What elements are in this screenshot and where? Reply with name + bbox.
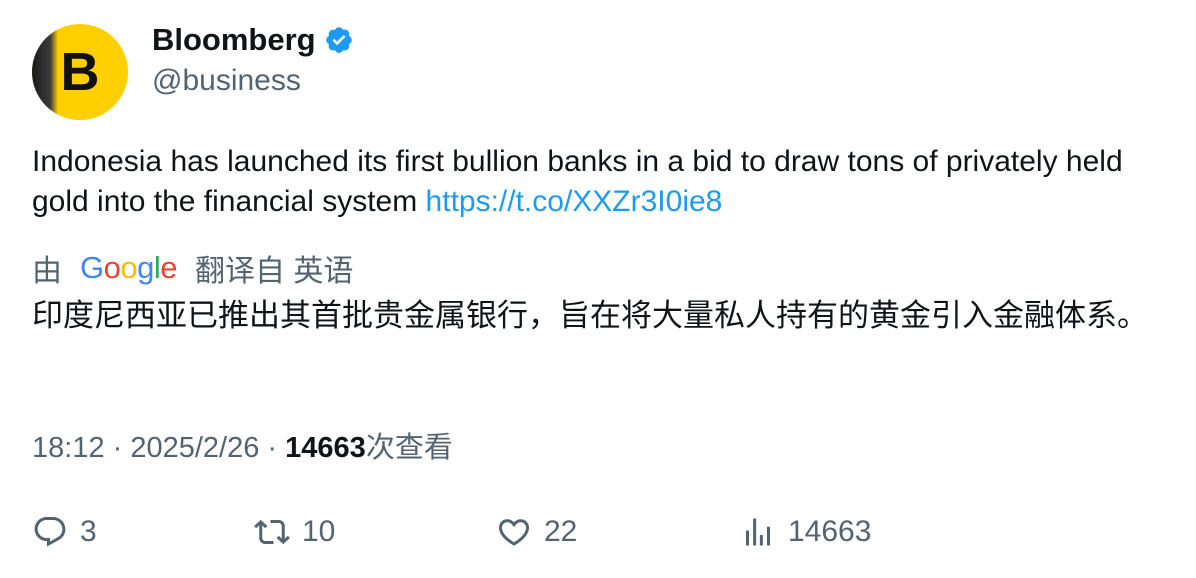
translation-attribution[interactable]: 由 Google 翻译自 英语 bbox=[32, 248, 353, 288]
action-bar: 3 10 22 14663 bbox=[0, 508, 1196, 556]
meta-separator: · bbox=[104, 432, 131, 464]
reply-count: 3 bbox=[80, 515, 97, 548]
google-logo: Google bbox=[80, 250, 178, 285]
translation-prefix: 由 bbox=[32, 255, 62, 288]
author-name-row[interactable]: Bloomberg bbox=[152, 22, 354, 58]
tweet-link[interactable]: https://t.co/XXZr3I0ie8 bbox=[426, 185, 723, 218]
retweet-count: 10 bbox=[302, 515, 336, 548]
tweet-meta: 18:12 · 2025/2/26 · 14663次查看 bbox=[32, 424, 453, 466]
reply-icon bbox=[34, 517, 66, 547]
retweet-button[interactable]: 10 bbox=[254, 508, 335, 556]
tweet-text: Indonesia has launched its first bullion… bbox=[32, 142, 1162, 222]
author-avatar[interactable]: B bbox=[32, 24, 128, 120]
avatar-letter: B bbox=[60, 42, 100, 102]
like-count: 22 bbox=[544, 515, 578, 548]
retweet-icon bbox=[254, 519, 290, 545]
tweet-time[interactable]: 18:12 bbox=[32, 432, 105, 464]
bar-chart-icon bbox=[746, 518, 770, 546]
reply-button[interactable]: 3 bbox=[32, 508, 97, 556]
tweet-date[interactable]: 2025/2/26 bbox=[130, 432, 259, 464]
views-button[interactable]: 14663 bbox=[740, 508, 871, 556]
views-count: 14663 bbox=[285, 432, 366, 464]
views-label: 次查看 bbox=[365, 432, 453, 464]
views-action-count: 14663 bbox=[788, 515, 872, 548]
translation-suffix: 翻译自 英语 bbox=[195, 255, 354, 288]
like-button[interactable]: 22 bbox=[496, 508, 577, 556]
author-handle[interactable]: @business bbox=[152, 64, 301, 98]
verified-badge-icon bbox=[325, 27, 352, 53]
heart-icon bbox=[498, 519, 530, 546]
author-name[interactable]: Bloomberg bbox=[152, 22, 316, 58]
translated-text: 印度尼西亚已推出其首批贵金属银行，旨在将大量私人持有的黄金引入金融体系。 bbox=[32, 298, 1148, 333]
meta-separator-2: · bbox=[259, 432, 286, 464]
